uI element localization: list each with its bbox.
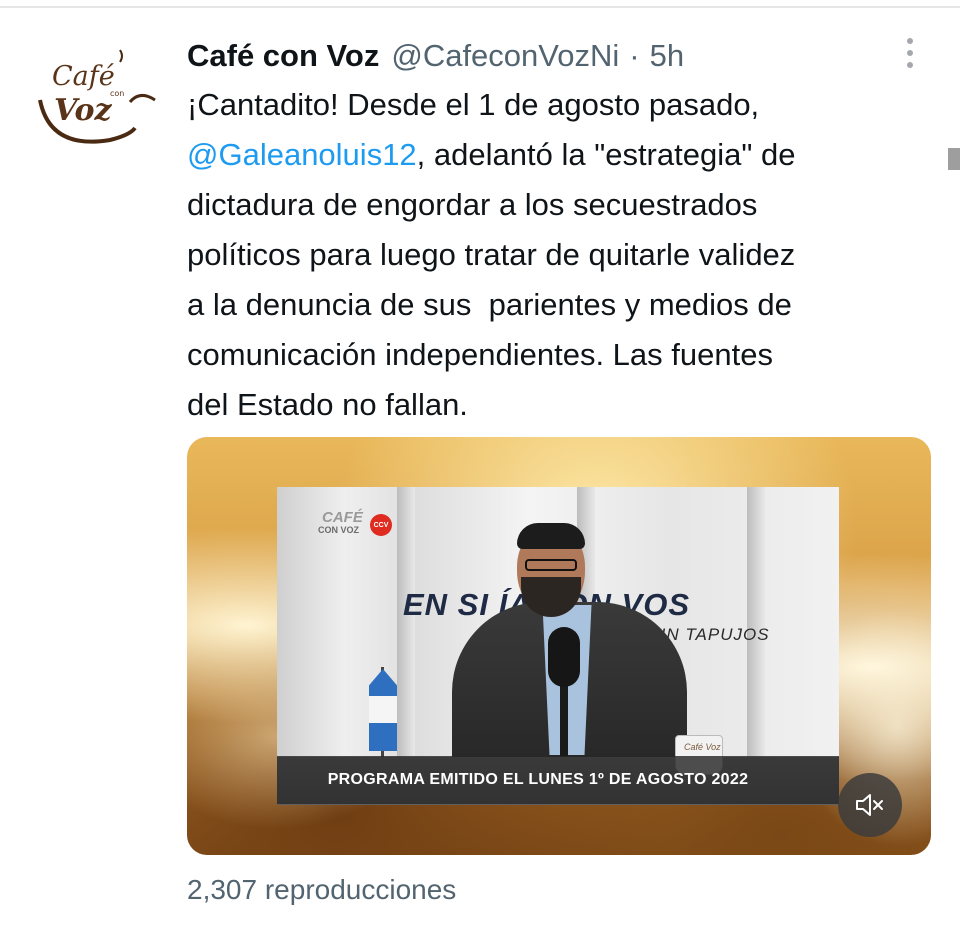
tweet-text: ¡Cantadito! Desde el 1 de agosto pasado,…	[187, 80, 927, 430]
more-dot	[907, 38, 913, 44]
tweet-text-segment: dictadura de engordar a los secuestrados	[187, 187, 758, 222]
tweet-time[interactable]: 5h	[650, 38, 684, 74]
logo-word-con: con	[110, 89, 124, 98]
logo-steam	[128, 94, 156, 104]
tweet-line: dictadura de engordar a los secuestrados	[187, 180, 927, 230]
video-logo-bottom: CON VOZ	[318, 525, 360, 535]
video-frame[interactable]: CAFÉ CON VOZ CCV EN SI ÍA CON VOS RE SIN…	[277, 487, 839, 805]
tweet-text-segment: del Estado no fallan.	[187, 387, 468, 422]
host-hair	[517, 523, 585, 549]
cafe-con-voz-logo: Café con Voz	[38, 49, 156, 144]
logo-word-cafe: Café	[52, 61, 115, 92]
video-caption-bar: PROGRAMA EMITIDO EL LUNES 1º DE AGOSTO 2…	[277, 756, 839, 804]
host-glasses	[525, 559, 577, 571]
video-logo-top: CAFÉ	[322, 509, 363, 526]
media-video-card[interactable]: CAFÉ CON VOZ CCV EN SI ÍA CON VOS RE SIN…	[187, 437, 931, 855]
author-name[interactable]: Café con Voz	[187, 38, 379, 74]
view-count-label: reproducciones	[264, 874, 457, 905]
tweet-line: del Estado no fallan.	[187, 380, 927, 430]
tweet-line: ¡Cantadito! Desde el 1 de agosto pasado,	[187, 80, 927, 130]
view-count: 2,307 reproducciones	[187, 874, 456, 906]
top-divider	[0, 6, 960, 8]
video-channel-logo: CAFÉ CON VOZ CCV	[312, 509, 392, 543]
header-separator: ·	[629, 38, 640, 73]
tweet-line: políticos para luego tratar de quitarle …	[187, 230, 927, 280]
more-options-icon[interactable]	[895, 36, 925, 70]
tweet-text-segment: políticos para luego tratar de quitarle …	[187, 237, 796, 272]
nicaragua-flag	[369, 669, 397, 751]
video-logo-badge: CCV	[370, 514, 392, 536]
tweet-text-segment: a la denuncia de sus parientes y medios …	[187, 287, 792, 322]
mug-label: Café Voz	[684, 742, 721, 752]
more-dot	[907, 50, 913, 56]
tweet-line: comunicación independientes. Las fuentes	[187, 330, 927, 380]
tweet-header: Café con Voz @CafeconVozNi · 5h	[187, 38, 684, 80]
unmute-button[interactable]	[838, 773, 902, 837]
author-handle[interactable]: @CafeconVozNi	[391, 38, 619, 74]
tweet-line: @Galeanoluis12, adelantó la "estrategia"…	[187, 130, 927, 180]
video-caption: PROGRAMA EMITIDO EL LUNES 1º DE AGOSTO 2…	[327, 771, 749, 788]
avatar[interactable]: Café con Voz	[30, 40, 160, 150]
view-count-number: 2,307	[187, 874, 258, 905]
scrollbar-thumb[interactable]	[948, 148, 960, 170]
tweet-text-segment: , adelantó la "estrategia" de	[416, 137, 796, 172]
logo-steam-top	[119, 49, 123, 63]
mention-link[interactable]: @Galeanoluis12	[187, 137, 417, 172]
microphone	[548, 627, 580, 687]
volume-muted-icon	[856, 794, 883, 816]
tweet-text-segment: ¡Cantadito! Desde el 1 de agosto pasado,	[187, 87, 760, 122]
more-dot	[907, 62, 913, 68]
tweet-text-segment: comunicación independientes. Las fuentes	[187, 337, 773, 372]
logo-word-voz: Voz	[54, 93, 113, 128]
tweet-line: a la denuncia de sus parientes y medios …	[187, 280, 927, 330]
